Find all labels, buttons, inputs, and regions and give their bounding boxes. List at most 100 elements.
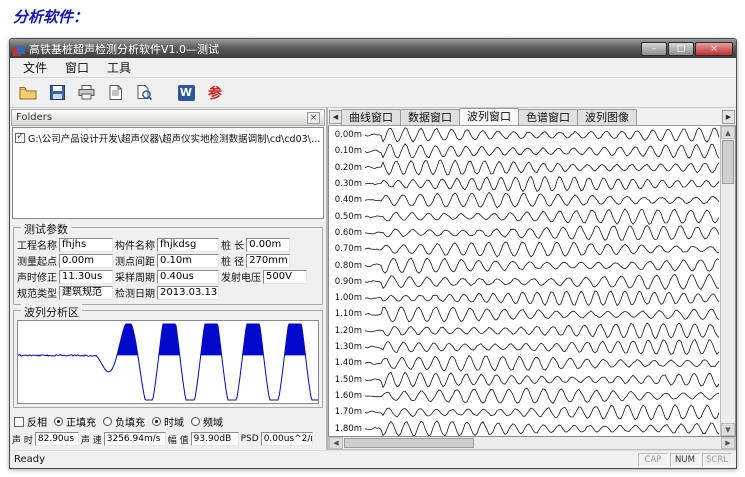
- checkbox-icon[interactable]: [14, 417, 24, 427]
- tab-data-window[interactable]: 数据窗口: [400, 109, 460, 125]
- document-icon: [109, 85, 122, 100]
- save-button[interactable]: [45, 82, 69, 104]
- wave-analysis-title: 波列分析区: [21, 304, 82, 320]
- param-label: 检测日期: [115, 285, 155, 300]
- titlebar[interactable]: 高铁基桩超声检测分析软件V1.0—测试 – □ ×: [10, 39, 736, 58]
- param-value[interactable]: fhjkdsg: [157, 238, 219, 252]
- psd-label: PSD: [241, 434, 259, 444]
- scroll-right-icon[interactable]: ▶: [721, 437, 735, 449]
- invert-checkbox[interactable]: 反相: [14, 414, 47, 429]
- fill-controls: 反相 正填充 负填充 时域 频域: [10, 411, 326, 430]
- radio-off-icon[interactable]: [191, 417, 200, 426]
- folders-close-button[interactable]: ×: [307, 112, 320, 124]
- horizontal-scrollbar[interactable]: ◀ ▶: [328, 437, 736, 450]
- param-row: 工程名称 fhjhs 构件名称 fhjkdsg 桩 长 0.00m: [17, 237, 319, 252]
- word-icon: W: [178, 85, 195, 101]
- param-value[interactable]: 建筑规范: [59, 286, 113, 300]
- freq-domain-label: 频域: [203, 414, 223, 429]
- main-area: Folders × G:\公司产品设计开发\超声仪器\超声仪实地检测数据调制\c…: [10, 108, 736, 450]
- menu-window[interactable]: 窗口: [56, 57, 98, 78]
- tab-spectrum-window[interactable]: 色谱窗口: [518, 109, 578, 125]
- param-value[interactable]: 500V: [263, 270, 307, 284]
- folders-header: Folders ×: [11, 109, 325, 126]
- param-label: 采样周期: [115, 269, 155, 284]
- minimize-button[interactable]: –: [641, 42, 667, 56]
- vertical-scrollbar[interactable]: ▲ ▼: [720, 126, 735, 436]
- param-button[interactable]: 参: [203, 82, 227, 104]
- analysis-plot[interactable]: [17, 320, 319, 404]
- status-num: NUM: [670, 453, 700, 467]
- time-domain-radio[interactable]: 时域: [152, 414, 184, 429]
- sound-speed-value[interactable]: 3256.94m/s: [104, 432, 166, 446]
- tab-wave-image[interactable]: 波列图像: [577, 109, 637, 125]
- open-button[interactable]: [16, 82, 40, 104]
- toolbar: W 参: [10, 78, 736, 108]
- folders-title: Folders: [16, 112, 307, 123]
- close-button[interactable]: ×: [695, 42, 733, 56]
- depth-label: 1.20m: [335, 326, 362, 336]
- wave-body: 0.00m0.10m0.20m0.30m0.40m0.50m0.60m0.70m…: [328, 126, 736, 437]
- positive-fill-radio[interactable]: 正填充: [54, 414, 96, 429]
- trace-plot[interactable]: [365, 126, 720, 436]
- param-label: 测点间距: [115, 253, 155, 268]
- depth-label: 0.30m: [335, 179, 362, 189]
- param-row: 规范类型 建筑规范 检测日期 2013.03.13: [17, 285, 319, 300]
- freq-domain-radio[interactable]: 频域: [191, 414, 223, 429]
- vscroll-thumb[interactable]: [722, 140, 734, 184]
- scroll-left-icon[interactable]: ◀: [329, 437, 343, 449]
- depth-label: 1.60m: [335, 391, 362, 401]
- param-value[interactable]: 0.10m: [157, 254, 219, 268]
- test-params-group: 测试参数 工程名称 fhjhs 构件名称 fhjkdsg 桩 长 0.00m 测…: [13, 227, 323, 305]
- param-value[interactable]: 0.00m: [59, 254, 113, 268]
- sound-time-value[interactable]: 82.90us: [35, 432, 79, 446]
- param-label: 发射电压: [221, 269, 261, 284]
- print-icon: [78, 85, 95, 100]
- status-cap: CAP: [638, 453, 668, 467]
- print-preview-icon: [137, 85, 152, 100]
- wave-analysis-group: 波列分析区: [13, 310, 323, 408]
- menu-file[interactable]: 文件: [14, 57, 56, 78]
- tree-item[interactable]: G:\公司产品设计开发\超声仪器\超声仪实地检测数据调制\cd\cd03\cd0…: [15, 131, 321, 145]
- word-button[interactable]: W: [174, 82, 198, 104]
- readouts-row: 声 时 82.90us 声 速 3256.94m/s 幅 值 93.90dB P…: [10, 430, 326, 448]
- param-label: 测量起点: [17, 253, 57, 268]
- window-title: 高铁基桩超声检测分析软件V1.0—测试: [29, 41, 641, 57]
- depth-label: 1.00m: [335, 293, 362, 303]
- amplitude-label: 幅 值: [168, 433, 189, 446]
- depth-label: 0.40m: [335, 195, 362, 205]
- negative-fill-radio[interactable]: 负填充: [103, 414, 145, 429]
- export-button[interactable]: [103, 82, 127, 104]
- open-folder-icon: [19, 86, 37, 100]
- hscroll-thumb[interactable]: [344, 438, 474, 448]
- status-ready: Ready: [14, 454, 636, 465]
- param-value[interactable]: fhjhs: [59, 238, 113, 252]
- param-value[interactable]: 2013.03.13: [157, 286, 219, 300]
- param-value[interactable]: 270mm: [246, 254, 290, 268]
- scroll-up-icon[interactable]: ▲: [721, 126, 735, 139]
- folder-tree: G:\公司产品设计开发\超声仪器\超声仪实地检测数据调制\cd\cd03\cd0…: [12, 127, 324, 219]
- radio-on-icon[interactable]: [152, 417, 161, 426]
- tab-curve-window[interactable]: 曲线窗口: [341, 109, 401, 125]
- psd-value[interactable]: 0.00us^2/m: [261, 432, 313, 446]
- tab-scroll-right-icon[interactable]: ▶: [722, 110, 735, 124]
- maximize-button[interactable]: □: [668, 42, 694, 56]
- menu-tools[interactable]: 工具: [98, 57, 140, 78]
- print-button[interactable]: [74, 82, 98, 104]
- radio-on-icon[interactable]: [54, 417, 63, 426]
- param-value[interactable]: 0.40us: [157, 270, 219, 284]
- depth-label: 0.60m: [335, 228, 362, 238]
- tab-wave-window[interactable]: 波列窗口: [459, 108, 519, 125]
- depth-label: 1.10m: [335, 309, 362, 319]
- depth-label: 1.30m: [335, 342, 362, 352]
- amplitude-value[interactable]: 93.90dB: [191, 432, 239, 446]
- save-icon: [50, 85, 65, 100]
- radio-off-icon[interactable]: [103, 417, 112, 426]
- status-scrl: SCRL: [702, 453, 732, 467]
- depth-label: 0.70m: [335, 244, 362, 254]
- negative-fill-label: 负填充: [115, 414, 145, 429]
- checkbox-checked-icon[interactable]: [15, 133, 25, 143]
- param-value[interactable]: 11.30us: [59, 270, 113, 284]
- preview-button[interactable]: [132, 82, 156, 104]
- scroll-down-icon[interactable]: ▼: [721, 423, 735, 436]
- param-value[interactable]: 0.00m: [246, 238, 290, 252]
